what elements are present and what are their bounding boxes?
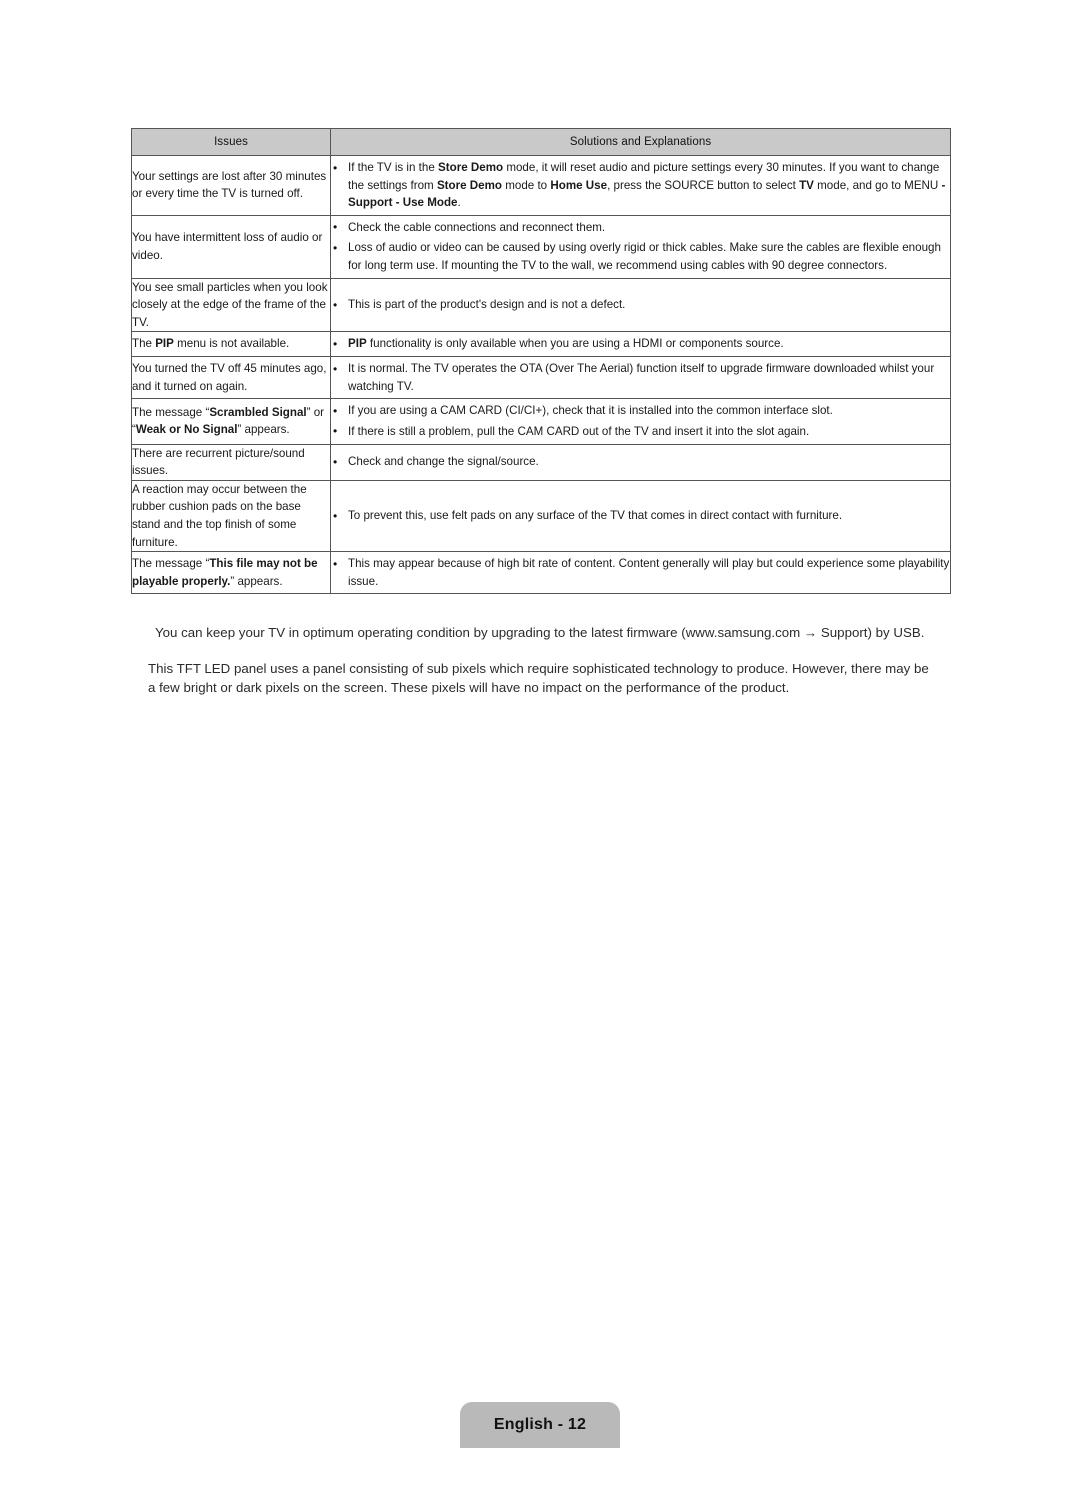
solution-cell: To prevent this, use felt pads on any su… bbox=[330, 479, 951, 553]
column-header-solutions: Solutions and Explanations bbox=[330, 128, 951, 156]
solution-bullet-item: Check the cable connections and reconnec… bbox=[331, 218, 950, 237]
solution-bullet-list: This may appear because of high bit rate… bbox=[331, 555, 950, 590]
table-header-row: Issues Solutions and Explanations bbox=[131, 128, 951, 156]
solution-cell: If you are using a CAM CARD (CI/CI+), ch… bbox=[330, 398, 951, 445]
troubleshooting-table: Issues Solutions and Explanations Your s… bbox=[131, 128, 951, 595]
solution-bullet-item: Loss of audio or video can be caused by … bbox=[331, 239, 950, 274]
solution-bullet-list: If the TV is in the Store Demo mode, it … bbox=[331, 159, 950, 212]
table-row: There are recurrent picture/sound issues… bbox=[131, 443, 951, 481]
table-body: Your settings are lost after 30 minutes … bbox=[131, 155, 951, 595]
solution-cell: PIP functionality is only available when… bbox=[330, 331, 951, 358]
page-number-label: English - 12 bbox=[493, 1416, 587, 1433]
solution-bullet-list: If you are using a CAM CARD (CI/CI+), ch… bbox=[331, 402, 950, 440]
issue-cell: The PIP menu is not available. bbox=[131, 331, 331, 358]
table-header: Issues Solutions and Explanations bbox=[131, 128, 951, 156]
solution-bullet-list: This is part of the product's design and… bbox=[331, 296, 950, 314]
solution-bullet-list: PIP functionality is only available when… bbox=[331, 335, 950, 353]
issue-cell: There are recurrent picture/sound issues… bbox=[131, 443, 331, 481]
solution-cell: If the TV is in the Store Demo mode, it … bbox=[330, 155, 951, 216]
page-number-badge: English - 12 bbox=[460, 1402, 620, 1448]
solution-bullet-item: This may appear because of high bit rate… bbox=[331, 555, 950, 590]
troubleshooting-table-wrapper: Issues Solutions and Explanations Your s… bbox=[131, 128, 951, 595]
table-row: You turned the TV off 45 minutes ago, an… bbox=[131, 356, 951, 400]
issue-cell: You see small particles when you look cl… bbox=[131, 277, 331, 333]
note-firmware-upgrade: You can keep your TV in optimum operatin… bbox=[155, 625, 925, 640]
solution-bullet-item: PIP functionality is only available when… bbox=[331, 335, 950, 353]
table-row: Your settings are lost after 30 minutes … bbox=[131, 155, 951, 216]
solution-bullet-item: If there is still a problem, pull the CA… bbox=[331, 422, 950, 441]
issue-cell: A reaction may occur between the rubber … bbox=[131, 479, 331, 553]
issue-cell: You turned the TV off 45 minutes ago, an… bbox=[131, 356, 331, 400]
notes-block: You can keep your TV in optimum operatin… bbox=[148, 624, 938, 715]
solution-bullet-list: To prevent this, use felt pads on any su… bbox=[331, 507, 950, 525]
solution-cell: It is normal. The TV operates the OTA (O… bbox=[330, 356, 951, 400]
table-row: You see small particles when you look cl… bbox=[131, 277, 951, 333]
solution-cell: This is part of the product's design and… bbox=[330, 277, 951, 333]
issue-cell: The message “Scrambled Signal” or “Weak … bbox=[131, 398, 331, 445]
solution-bullet-item: Check and change the signal/source. bbox=[331, 453, 950, 471]
issue-cell: The message “This file may not be playab… bbox=[131, 551, 331, 595]
solution-bullet-item: To prevent this, use felt pads on any su… bbox=[331, 507, 950, 525]
solution-bullet-list: Check the cable connections and reconnec… bbox=[331, 218, 950, 275]
note-panel-pixels: This TFT LED panel uses a panel consisti… bbox=[148, 660, 929, 695]
table-row: The message “Scrambled Signal” or “Weak … bbox=[131, 398, 951, 445]
table-row: The message “This file may not be playab… bbox=[131, 551, 951, 595]
solution-bullet-list: Check and change the signal/source. bbox=[331, 453, 950, 471]
table-row: A reaction may occur between the rubber … bbox=[131, 479, 951, 553]
solution-bullet-item: This is part of the product's design and… bbox=[331, 296, 950, 314]
document-page: Issues Solutions and Explanations Your s… bbox=[0, 0, 1080, 1494]
issue-cell: You have intermittent loss of audio or v… bbox=[131, 214, 331, 279]
table-row: You have intermittent loss of audio or v… bbox=[131, 214, 951, 279]
solution-bullet-item: It is normal. The TV operates the OTA (O… bbox=[331, 360, 950, 395]
solution-cell: Check the cable connections and reconnec… bbox=[330, 214, 951, 279]
solution-cell: This may appear because of high bit rate… bbox=[330, 551, 951, 595]
table-row: The PIP menu is not available.PIP functi… bbox=[131, 331, 951, 358]
solution-bullet-item: If the TV is in the Store Demo mode, it … bbox=[331, 159, 950, 212]
solution-bullet-list: It is normal. The TV operates the OTA (O… bbox=[331, 360, 950, 395]
issue-cell: Your settings are lost after 30 minutes … bbox=[131, 155, 331, 216]
solution-cell: Check and change the signal/source. bbox=[330, 443, 951, 481]
column-header-issues: Issues bbox=[131, 128, 331, 156]
solution-bullet-item: If you are using a CAM CARD (CI/CI+), ch… bbox=[331, 402, 950, 420]
